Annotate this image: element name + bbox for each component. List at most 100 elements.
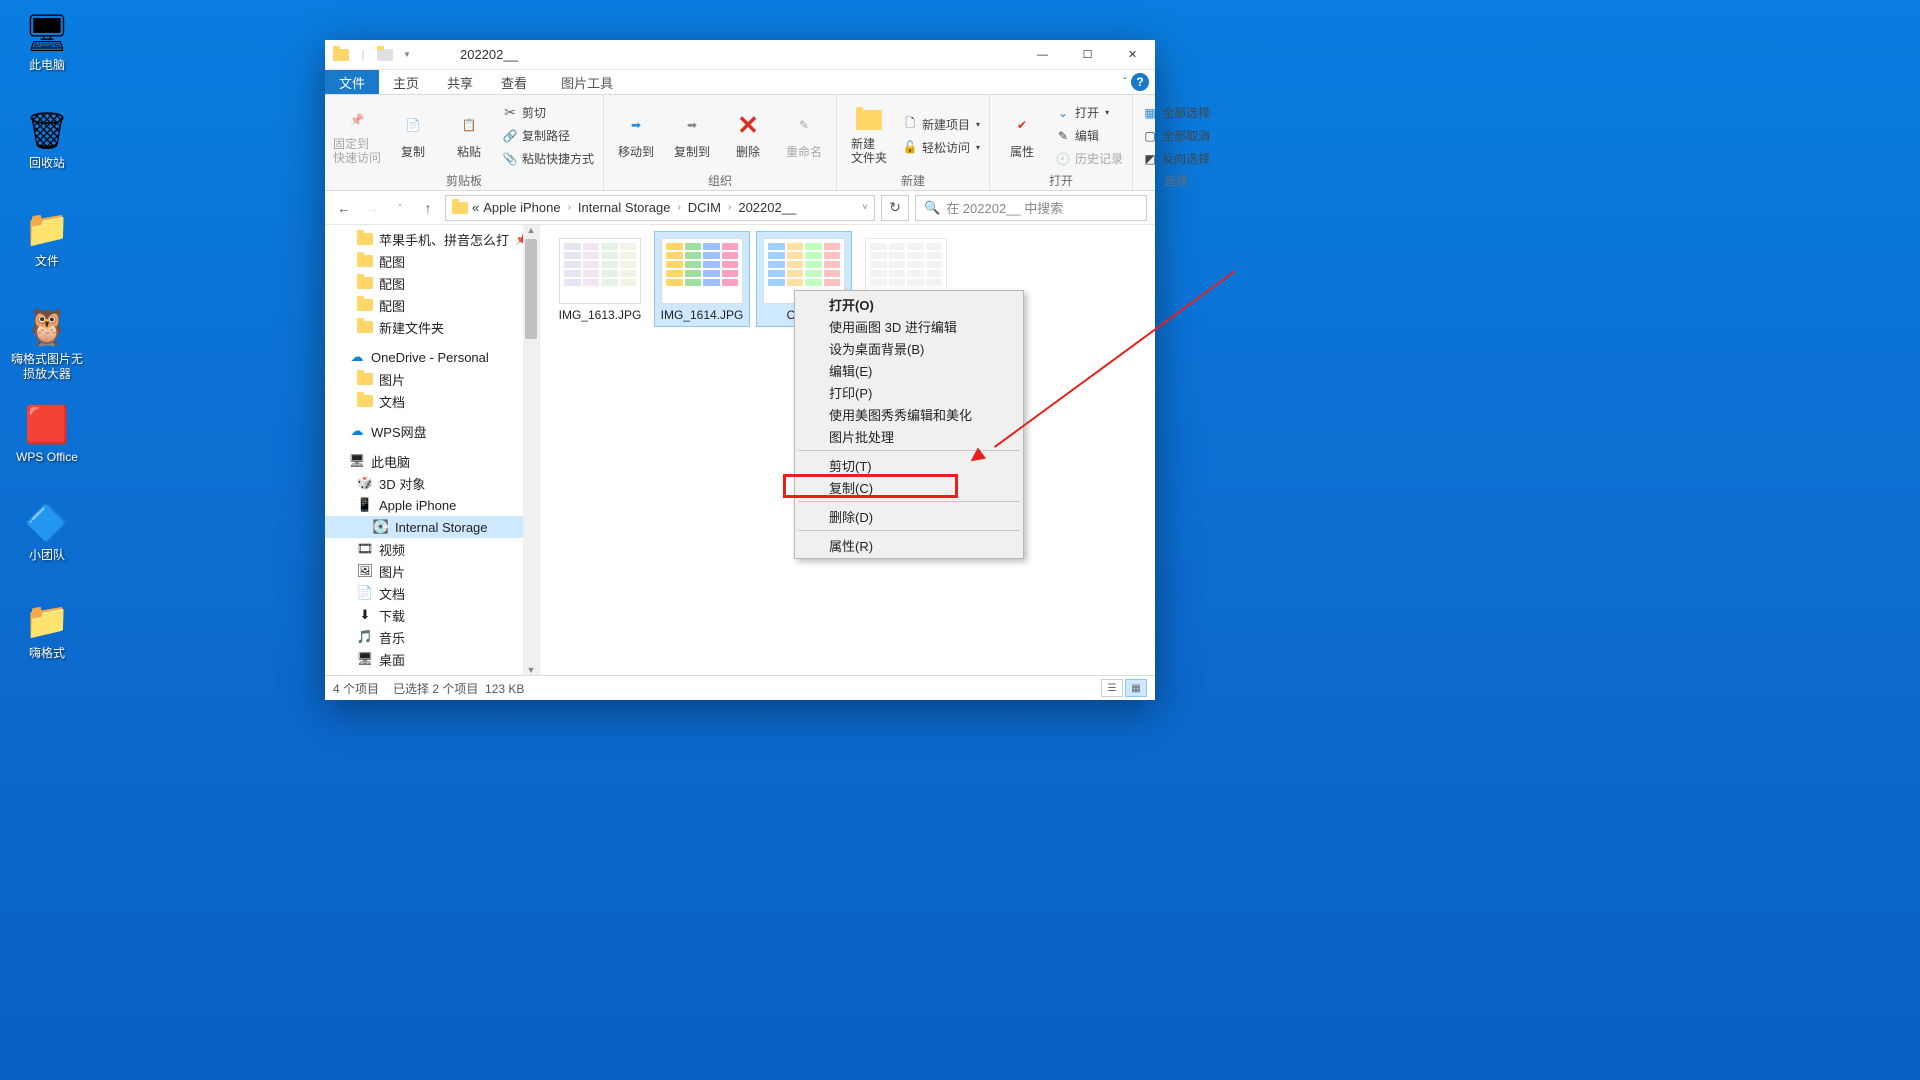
- move-to-button[interactable]: ➡移动到: [610, 111, 662, 160]
- context-menu-item[interactable]: 删除(D): [797, 505, 1021, 527]
- nav-item[interactable]: 🖥此电脑: [325, 450, 539, 472]
- nav-item[interactable]: 🖥桌面: [325, 648, 539, 670]
- qat-props-icon[interactable]: [377, 47, 393, 63]
- context-menu-item[interactable]: 编辑(E): [797, 359, 1021, 381]
- address-dropdown-icon[interactable]: ˅: [862, 202, 868, 213]
- scroll-down-icon[interactable]: ▼: [523, 665, 539, 675]
- tab-home[interactable]: 主页: [379, 70, 433, 94]
- navigation-pane[interactable]: 苹果手机、拼音怎么打📌配图配图配图新建文件夹☁OneDrive - Person…: [325, 225, 540, 675]
- minimize-button[interactable]: —: [1020, 40, 1065, 70]
- paste-button[interactable]: 📋 粘贴: [443, 111, 495, 160]
- maximize-button[interactable]: ☐: [1065, 40, 1110, 70]
- back-button[interactable]: ←: [333, 197, 355, 219]
- nav-icon: 💽: [373, 519, 389, 535]
- nav-item[interactable]: 🖼图片: [325, 560, 539, 582]
- help-icon[interactable]: ?: [1131, 73, 1149, 91]
- address-row: ← → ˇ ↑ « Apple iPhone› Internal Storage…: [325, 191, 1155, 225]
- recent-dropdown[interactable]: ˇ: [389, 197, 411, 219]
- nav-item[interactable]: 📄文档: [325, 582, 539, 604]
- nav-item[interactable]: 配图: [325, 294, 539, 316]
- context-menu-item[interactable]: 图片批处理: [797, 425, 1021, 447]
- file-item[interactable]: IMG_1613.JPG: [552, 231, 648, 327]
- desktop-icon-small-team[interactable]: 🔷小团队: [8, 502, 86, 563]
- up-button[interactable]: ↑: [417, 197, 439, 219]
- nav-item[interactable]: 🎲3D 对象: [325, 472, 539, 494]
- context-menu-item[interactable]: 使用美图秀秀编辑和美化: [797, 403, 1021, 425]
- address-bar[interactable]: « Apple iPhone› Internal Storage› DCIM› …: [445, 195, 875, 221]
- desktop-icon-recycle-bin[interactable]: 🗑回收站: [8, 110, 86, 171]
- properties-button[interactable]: ✔属性: [996, 111, 1048, 160]
- context-menu-item[interactable]: 复制(C): [797, 476, 1021, 498]
- desktop-icon-this-pc[interactable]: 🖥此电脑: [8, 12, 86, 73]
- nav-scrollbar[interactable]: ▲ ▼: [523, 225, 539, 675]
- context-menu-item[interactable]: 设为桌面背景(B): [797, 337, 1021, 359]
- forward-button[interactable]: →: [361, 197, 383, 219]
- ribbon-tabs: 文件 主页 共享 查看 图片工具 ˇ ?: [325, 70, 1155, 95]
- nav-item[interactable]: 🎵音乐: [325, 626, 539, 648]
- new-item-button[interactable]: 🗋新建项目▾: [899, 113, 983, 135]
- nav-icon: [357, 393, 373, 409]
- titlebar: | ▼ 202202__ — ☐ ✕: [325, 40, 1155, 70]
- tab-share[interactable]: 共享: [433, 70, 487, 94]
- thumbnail-view-button[interactable]: ▦: [1125, 679, 1147, 697]
- crumb-ellipsis[interactable]: «: [472, 200, 479, 215]
- crumb-apple-iphone[interactable]: Apple iPhone: [483, 200, 560, 215]
- nav-item[interactable]: 苹果手机、拼音怎么打📌: [325, 228, 539, 250]
- context-menu-item[interactable]: 剪切(T): [797, 454, 1021, 476]
- invert-selection-button[interactable]: ◩反向选择: [1139, 148, 1213, 170]
- cut-button[interactable]: ✂剪切: [499, 102, 597, 124]
- scroll-thumb[interactable]: [525, 239, 537, 339]
- group-new-label: 新建: [837, 172, 989, 190]
- close-button[interactable]: ✕: [1110, 40, 1155, 70]
- nav-item[interactable]: ☁WPS网盘: [325, 420, 539, 442]
- crumb-internal-storage[interactable]: Internal Storage: [578, 200, 671, 215]
- tab-file[interactable]: 文件: [325, 70, 379, 94]
- file-item[interactable]: IMG_1614.JPG: [654, 231, 750, 327]
- refresh-button[interactable]: ↻: [881, 195, 909, 221]
- nav-item[interactable]: 图片: [325, 368, 539, 390]
- history-button[interactable]: 🕘历史记录: [1052, 148, 1126, 170]
- nav-item[interactable]: 💽Internal Storage: [325, 516, 539, 538]
- nav-item[interactable]: 📱Apple iPhone: [325, 494, 539, 516]
- nav-item[interactable]: 配图: [325, 272, 539, 294]
- pin-quickaccess-button[interactable]: 📌 固定到 快速访问: [331, 106, 383, 164]
- copy-button[interactable]: 📄 复制: [387, 111, 439, 160]
- select-none-button[interactable]: ▢全部取消: [1139, 125, 1213, 147]
- group-organize-label: 组织: [604, 172, 836, 190]
- new-folder-button[interactable]: 新建 文件夹: [843, 106, 895, 164]
- qat-dropdown-icon[interactable]: ▼: [399, 47, 415, 63]
- desktop-icon-files[interactable]: 📁文件: [8, 208, 86, 269]
- nav-item[interactable]: ☁OneDrive - Personal: [325, 346, 539, 368]
- context-menu-item[interactable]: 打开(O): [797, 293, 1021, 315]
- crumb-current[interactable]: 202202__: [738, 200, 796, 215]
- nav-item[interactable]: 文档: [325, 390, 539, 412]
- folder-icon: [452, 202, 468, 214]
- context-menu-item[interactable]: 打印(P): [797, 381, 1021, 403]
- select-all-button[interactable]: ▦全部选择: [1139, 102, 1213, 124]
- ribbon-collapse-icon[interactable]: ˇ: [1123, 75, 1127, 89]
- easy-access-button[interactable]: 🔓轻松访问▾: [899, 136, 983, 158]
- search-input[interactable]: 🔍 在 202202__ 中搜索: [915, 195, 1147, 221]
- nav-item[interactable]: 配图: [325, 250, 539, 272]
- nav-item[interactable]: 新建文件夹: [325, 316, 539, 338]
- context-menu-item[interactable]: 属性(R): [797, 534, 1021, 556]
- edit-button[interactable]: ✎编辑: [1052, 125, 1126, 147]
- nav-item[interactable]: ⬇下载: [325, 604, 539, 626]
- crumb-dcim[interactable]: DCIM: [688, 200, 721, 215]
- nav-item[interactable]: 🎞视频: [325, 538, 539, 560]
- desktop-icon-wps-office[interactable]: 🟥WPS Office: [8, 404, 86, 465]
- rename-button[interactable]: ✎重命名: [778, 111, 830, 160]
- context-menu-item[interactable]: 使用画图 3D 进行编辑: [797, 315, 1021, 337]
- desktop-icon-hi-format[interactable]: 📁嗨格式: [8, 600, 86, 661]
- details-view-button[interactable]: ☰: [1101, 679, 1123, 697]
- open-button[interactable]: ⌄打开▾: [1052, 102, 1126, 124]
- tab-picture-tools[interactable]: 图片工具: [547, 70, 627, 94]
- copy-to-button[interactable]: ➡复制到: [666, 111, 718, 160]
- scroll-up-icon[interactable]: ▲: [523, 225, 539, 235]
- search-placeholder: 在 202202__ 中搜索: [946, 198, 1063, 217]
- delete-button[interactable]: ✕删除: [722, 111, 774, 160]
- copy-path-button[interactable]: 🔗复制路径: [499, 125, 597, 147]
- tab-view[interactable]: 查看: [487, 70, 541, 94]
- paste-shortcut-button[interactable]: 📎粘贴快捷方式: [499, 148, 597, 170]
- desktop-icon-image-upscaler[interactable]: 🦉嗨格式图片无损放大器: [8, 306, 86, 382]
